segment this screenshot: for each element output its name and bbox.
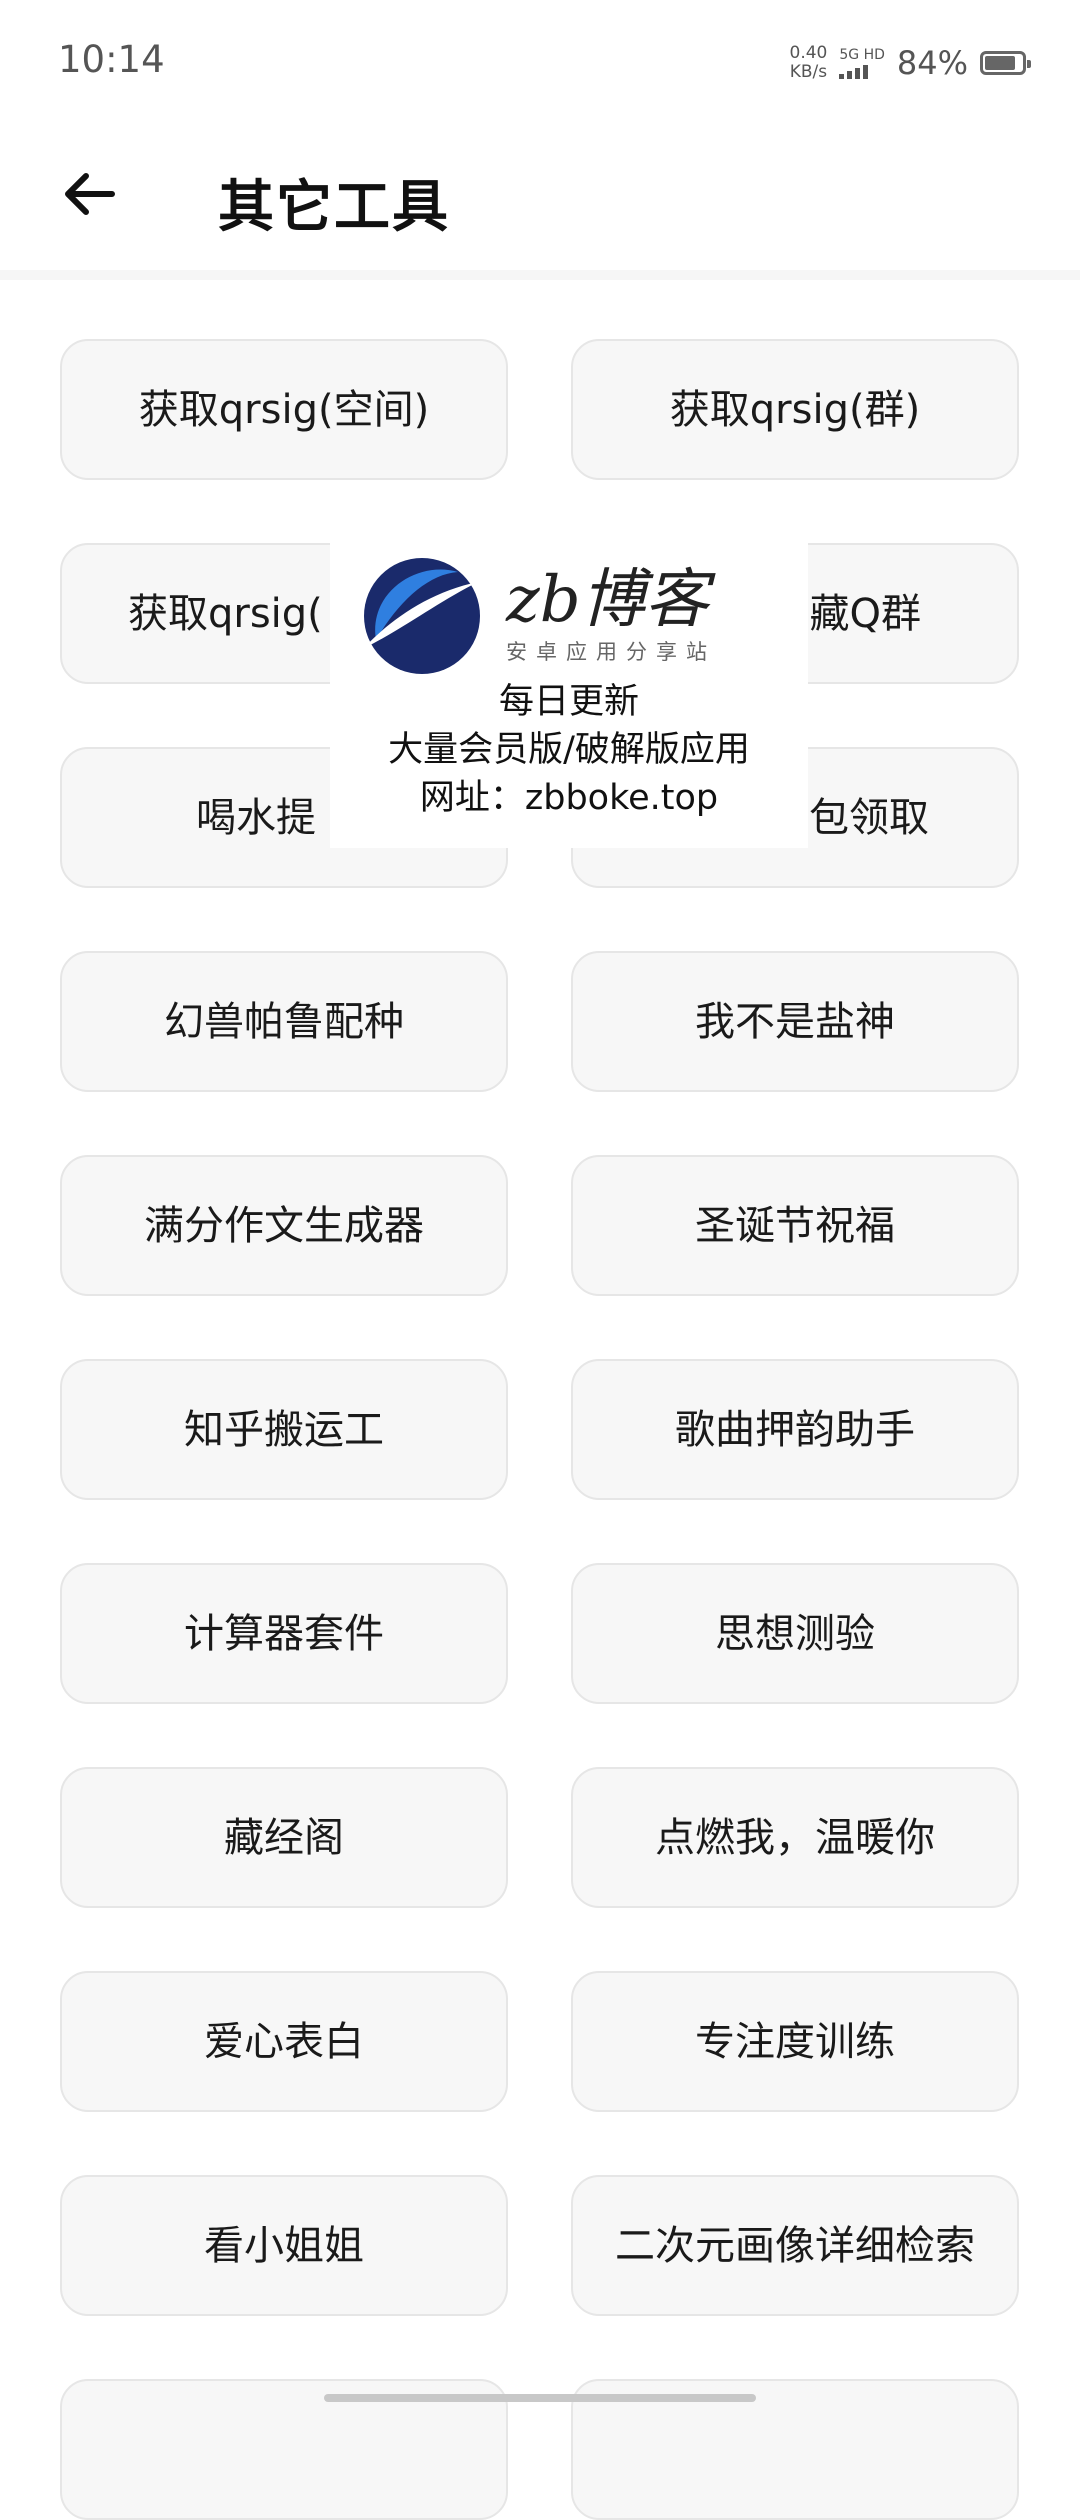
tool-button[interactable]: 获取qrsig(群)	[571, 339, 1019, 480]
tool-button[interactable]: 藏经阁	[60, 1767, 508, 1908]
tool-button[interactable]: 我不是盐神	[571, 951, 1019, 1092]
watermark-line: 网址：zbboke.top	[419, 778, 719, 818]
network-speed-unit: KB/s	[789, 62, 828, 82]
header-divider	[0, 270, 1080, 280]
tool-button[interactable]: 知乎搬运工	[60, 1359, 508, 1500]
tool-button[interactable]: 获取qrsig(空间)	[60, 339, 508, 480]
tool-button[interactable]: 满分作文生成器	[60, 1155, 508, 1296]
tool-button[interactable]: 圣诞节祝福	[571, 1155, 1019, 1296]
network-speed-value: 0.40	[789, 43, 828, 63]
battery-icon	[980, 51, 1031, 75]
blog-logo-icon	[364, 558, 480, 674]
tool-button[interactable]: 专注度训练	[571, 1971, 1019, 2112]
status-bar: 10:14 0.40 KB/s 5G HD 84%	[0, 0, 1080, 120]
tool-button[interactable]: 爱心表白	[60, 1971, 508, 2112]
watermark-line: 大量会员版/破解版应用	[388, 730, 750, 770]
battery-percent: 84%	[896, 44, 968, 82]
network-type-label: 5G HD	[839, 46, 885, 63]
battery-fill	[985, 56, 1015, 70]
page-title: 其它工具	[218, 175, 450, 240]
tool-button[interactable]: 思想测验	[571, 1563, 1019, 1704]
watermark-brand: zb博客	[506, 563, 709, 637]
tool-button[interactable]: 计算器套件	[60, 1563, 508, 1704]
tool-button[interactable]: 点燃我，温暖你	[571, 1767, 1019, 1908]
status-time: 10:14	[58, 38, 165, 81]
tool-button[interactable]: 幻兽帕鲁配种	[60, 951, 508, 1092]
home-indicator[interactable]	[324, 2394, 756, 2402]
watermark-subtitle: 安卓应用分享站	[506, 640, 716, 664]
arrow-left-icon	[65, 173, 115, 215]
status-indicators: 0.40 KB/s 5G HD 84%	[790, 44, 1031, 82]
tool-button[interactable]: 看小姐姐	[60, 2175, 508, 2316]
network-speed: 0.40 KB/s	[790, 44, 828, 82]
tool-button[interactable]: 歌曲押韵助手	[571, 1359, 1019, 1500]
watermark-line: 每日更新	[498, 682, 639, 722]
watermark-text: 每日更新 大量会员版/破解版应用 网址：zbboke.top	[330, 678, 808, 822]
tool-button[interactable]: 二次元画像详细检索	[571, 2175, 1019, 2316]
network-type: 5G HD	[839, 46, 885, 79]
signal-icon	[839, 63, 885, 79]
app-bar: 其它工具	[0, 120, 1080, 270]
watermark-overlay: zb博客 安卓应用分享站 每日更新 大量会员版/破解版应用 网址：zbboke.…	[330, 530, 808, 848]
back-button[interactable]	[48, 154, 128, 234]
